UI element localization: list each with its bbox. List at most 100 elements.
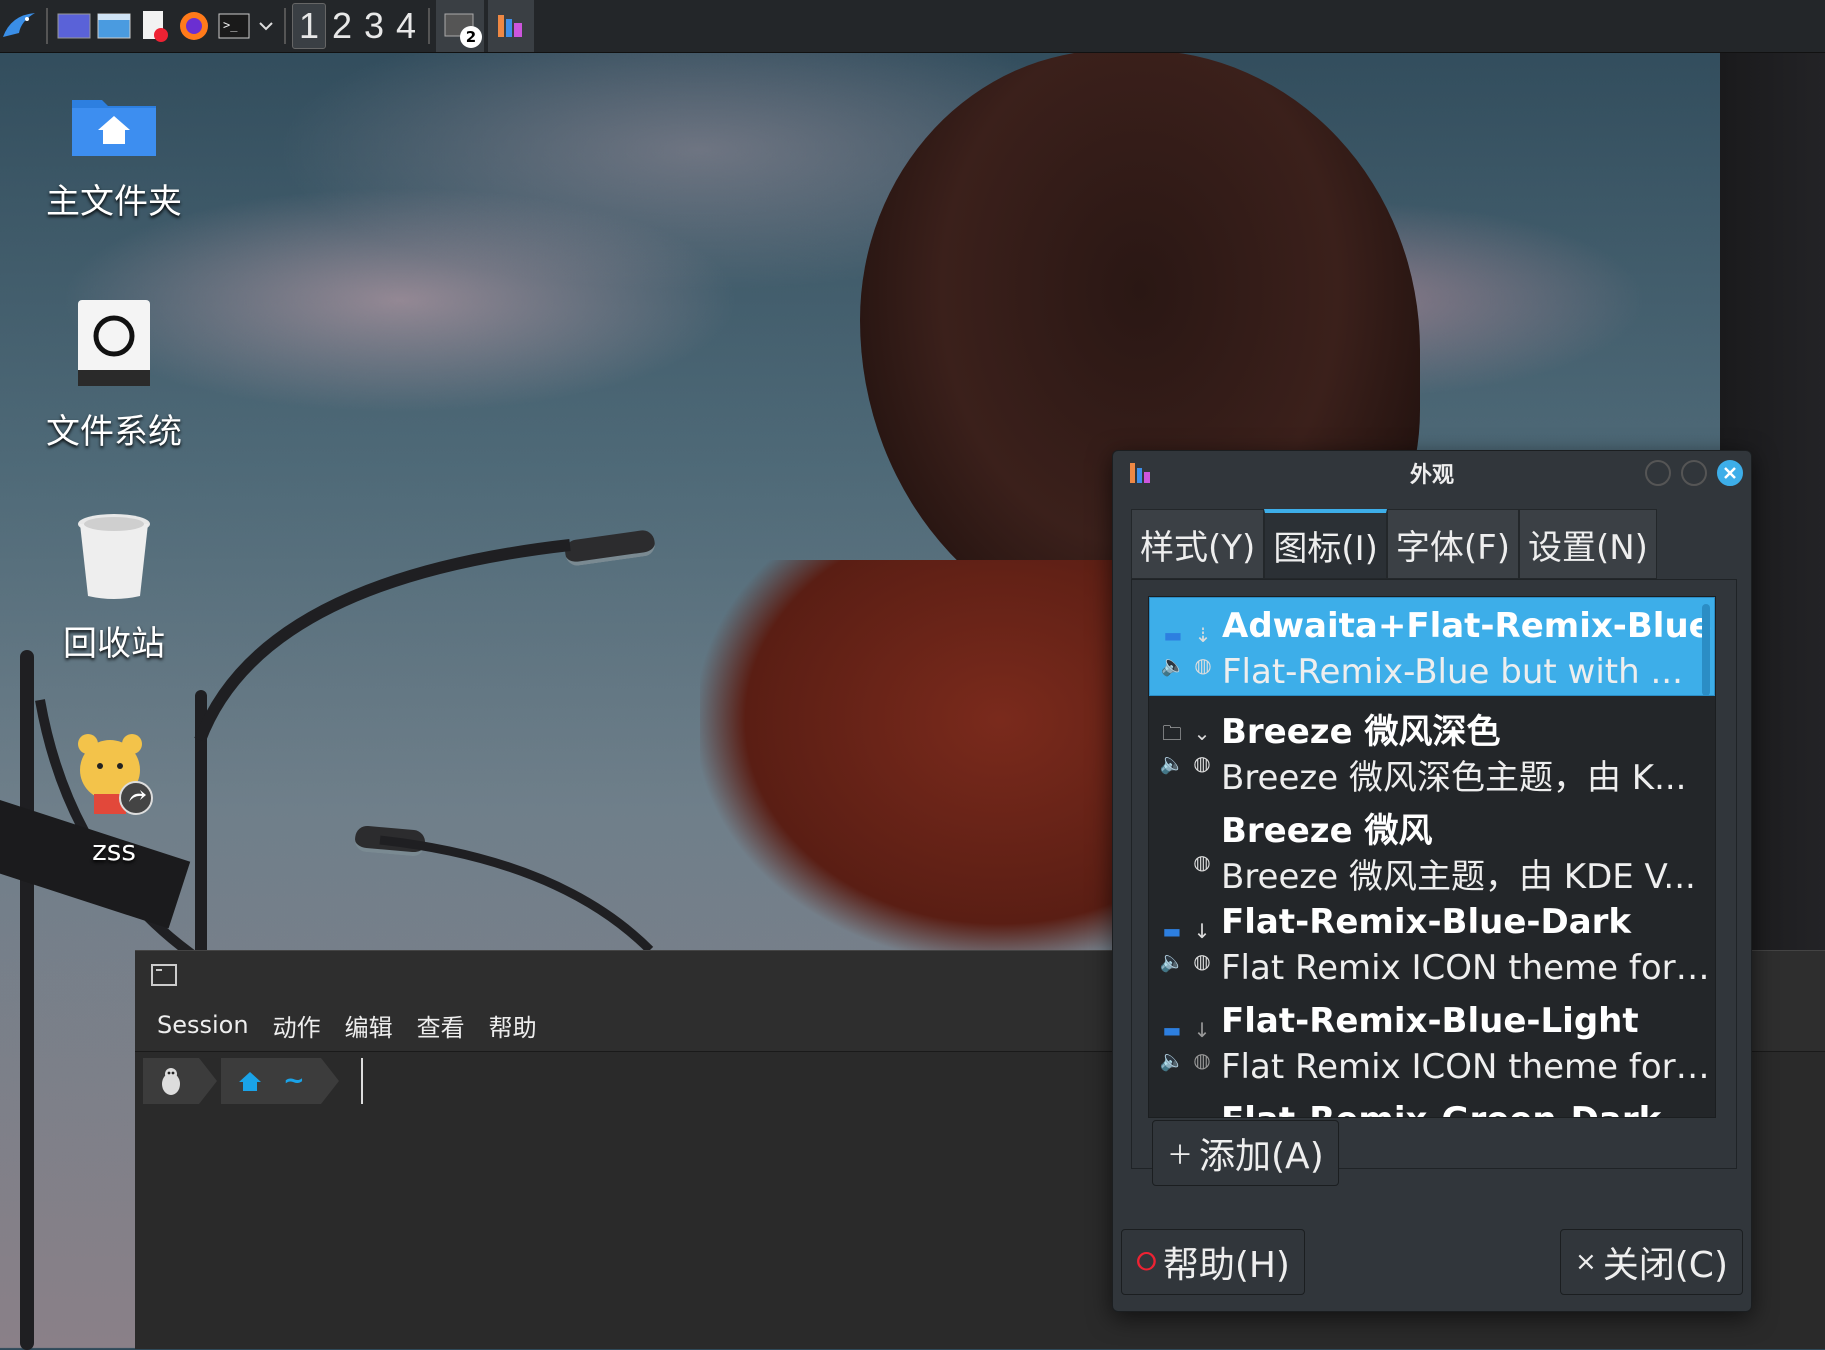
list-item[interactable]: 🗀 ⌄ 🔈 ◍ Breeze 微风深色 Breeze 微风深色主题，由 K...: [1149, 696, 1715, 798]
bear-shortcut-icon: [78, 734, 153, 815]
tab-style[interactable]: 样式(Y): [1131, 509, 1265, 579]
chevron-down-icon: ⌄: [1193, 721, 1211, 745]
globe-icon: ◍: [1193, 850, 1211, 874]
theme-preview-icons: ▬ ↓ 🔈 ◍: [1157, 1015, 1217, 1075]
download-icon: ⇣: [1194, 623, 1212, 647]
folder-icon: ▬: [1162, 1018, 1182, 1042]
close-button-label: 关闭(C): [1602, 1245, 1728, 1286]
theme-name: Breeze 微风深色: [1221, 712, 1501, 752]
list-item[interactable]: ▬ ⇣ 🔈 ◍ Adwaita+Flat-Remix-Blue Flat-Rem…: [1149, 597, 1715, 696]
trash-icon: [78, 514, 150, 599]
document-icon[interactable]: [134, 0, 174, 52]
desktop-icon-label: 回收站: [63, 624, 165, 664]
desktop-icon-label: 文件系统: [46, 412, 182, 452]
theme-description: Breeze 微风主题，由 KDE V...: [1221, 857, 1696, 897]
menu-help[interactable]: 帮助: [489, 1008, 537, 1043]
minimize-button[interactable]: [1645, 460, 1671, 486]
desktop-1-button[interactable]: 1: [292, 3, 326, 49]
desktop-3-button[interactable]: 3: [358, 5, 390, 47]
menu-view[interactable]: 查看: [417, 1008, 465, 1043]
theme-preview-icons: 🗀 ⌄ 🔈 ◍: [1157, 718, 1217, 778]
terminal-icon[interactable]: >_: [214, 0, 254, 52]
list-item[interactable]: ▬ ↓ 🔈 ◍ Flat-Remix-Blue-Light Flat Remix…: [1149, 993, 1715, 1092]
download-icon: ↓: [1193, 919, 1211, 943]
desktop-icon-trash[interactable]: 回收站: [24, 510, 204, 665]
menu-edit[interactable]: 编辑: [345, 1008, 393, 1043]
tab-icons[interactable]: 图标(I): [1264, 509, 1387, 579]
globe-icon: ◍: [1193, 949, 1211, 973]
desktop-icon-home[interactable]: 主文件夹: [24, 90, 204, 223]
task-switcher-icon[interactable]: 2: [436, 0, 484, 52]
help-button-label: 帮助(H): [1162, 1245, 1290, 1286]
task-count-badge: 2: [460, 26, 482, 48]
folder-icon: ▬: [1163, 623, 1183, 647]
theme-description: Flat Remix ICON theme for ...: [1221, 948, 1711, 988]
globe-icon: ◍: [1193, 1048, 1211, 1072]
close-icon: [1724, 467, 1736, 479]
theme-name: Adwaita+Flat-Remix-Blue: [1222, 606, 1712, 646]
tab-fonts[interactable]: 字体(F): [1386, 509, 1519, 579]
appearance-dialog[interactable]: 外观 样式(Y) 图标(I) 字体(F) 设置(N) ▬ ⇣ 🔈 ◍ Adwai…: [1112, 450, 1752, 1312]
list-item[interactable]: ◍ Breeze 微风 Breeze 微风主题，由 KDE V...: [1149, 795, 1715, 897]
svg-text:>_: >_: [223, 18, 238, 32]
desktop-icon-label: zss: [92, 834, 136, 867]
prompt-separator: [320, 1058, 339, 1104]
globe-icon: ◍: [1194, 653, 1212, 677]
speaker-icon: 🔈: [1159, 751, 1185, 775]
chevron-down-icon[interactable]: [254, 0, 278, 52]
prompt-os-segment: [143, 1058, 199, 1104]
theme-name: Flat-Remix-Blue-Light: [1221, 1001, 1639, 1041]
desktop-icon-zss[interactable]: zss: [24, 728, 204, 867]
menu-session[interactable]: Session: [157, 1011, 249, 1039]
help-icon: ⭘: [1136, 1246, 1157, 1277]
home-folder-icon: [72, 100, 156, 156]
speaker-icon: 🔈: [1159, 949, 1185, 973]
folder-icon: 🗀: [1162, 721, 1182, 745]
menu-actions[interactable]: 动作: [273, 1008, 321, 1043]
appearance-icon[interactable]: [488, 0, 534, 52]
desktop-icon[interactable]: [54, 0, 94, 52]
desktop-2-button[interactable]: 2: [326, 5, 358, 47]
theme-name: Breeze 微风: [1221, 811, 1433, 851]
maximize-button[interactable]: [1681, 460, 1707, 486]
theme-name: Flat-Remix-Green-Dark: [1221, 1100, 1661, 1117]
tab-bar: 样式(Y) 图标(I) 字体(F) 设置(N): [1131, 509, 1657, 579]
close-button[interactable]: × 关闭(C): [1559, 1229, 1743, 1295]
add-theme-button[interactable]: ＋ 添加(A): [1152, 1120, 1339, 1186]
taskbar-separator: [46, 8, 48, 44]
help-button[interactable]: ⭘ 帮助(H): [1121, 1229, 1305, 1295]
icons-tab-panel: ▬ ⇣ 🔈 ◍ Adwaita+Flat-Remix-Blue Flat-Rem…: [1131, 579, 1737, 1186]
folder-icon: ▬: [1162, 919, 1182, 943]
theme-preview-icons: ▬ ↓ 🔈 ◍: [1157, 916, 1217, 976]
list-scrollbar[interactable]: [1702, 604, 1710, 696]
icon-theme-list[interactable]: ▬ ⇣ 🔈 ◍ Adwaita+Flat-Remix-Blue Flat-Rem…: [1148, 596, 1716, 1118]
drive-icon: [78, 300, 150, 386]
taskbar-separator: [284, 8, 286, 44]
taskbar: >_ 1 2 3 4 2: [0, 0, 1825, 53]
taskbar-separator: [428, 8, 430, 44]
terminal-icon: [151, 964, 177, 986]
close-icon: ×: [1574, 1247, 1597, 1277]
home-icon: [239, 1072, 261, 1091]
theme-description: Flat Remix ICON theme for l...: [1221, 1047, 1711, 1087]
kde-menu-icon[interactable]: [0, 0, 40, 52]
prompt-separator: [199, 1058, 217, 1104]
linux-tux-icon: [162, 1068, 180, 1095]
text-cursor: [360, 1058, 363, 1104]
firefox-icon[interactable]: [174, 0, 214, 52]
download-icon: ↓: [1193, 1018, 1211, 1042]
tab-settings[interactable]: 设置(N): [1518, 509, 1657, 579]
desktop-icon-filesystem[interactable]: 文件系统: [24, 298, 204, 453]
close-window-button[interactable]: [1717, 460, 1743, 486]
list-item[interactable]: ▬ ↓ 🔈 ◍ Flat-Remix-Blue-Dark Flat Remix …: [1149, 894, 1715, 993]
desktop-4-button[interactable]: 4: [390, 5, 422, 47]
file-manager-icon[interactable]: [94, 0, 134, 52]
list-item[interactable]: Flat-Remix-Green-Dark: [1149, 1092, 1715, 1117]
theme-preview-icons: ▬ ⇣ 🔈 ◍: [1158, 620, 1218, 680]
dialog-titlebar[interactable]: 外观: [1113, 451, 1751, 495]
desktop-icon-label: 主文件夹: [46, 182, 182, 222]
theme-name: Flat-Remix-Blue-Dark: [1221, 902, 1632, 942]
plus-icon: ＋: [1167, 1140, 1194, 1171]
theme-preview-icons: ◍: [1157, 817, 1217, 877]
prompt-dir-segment: ~: [221, 1058, 321, 1104]
